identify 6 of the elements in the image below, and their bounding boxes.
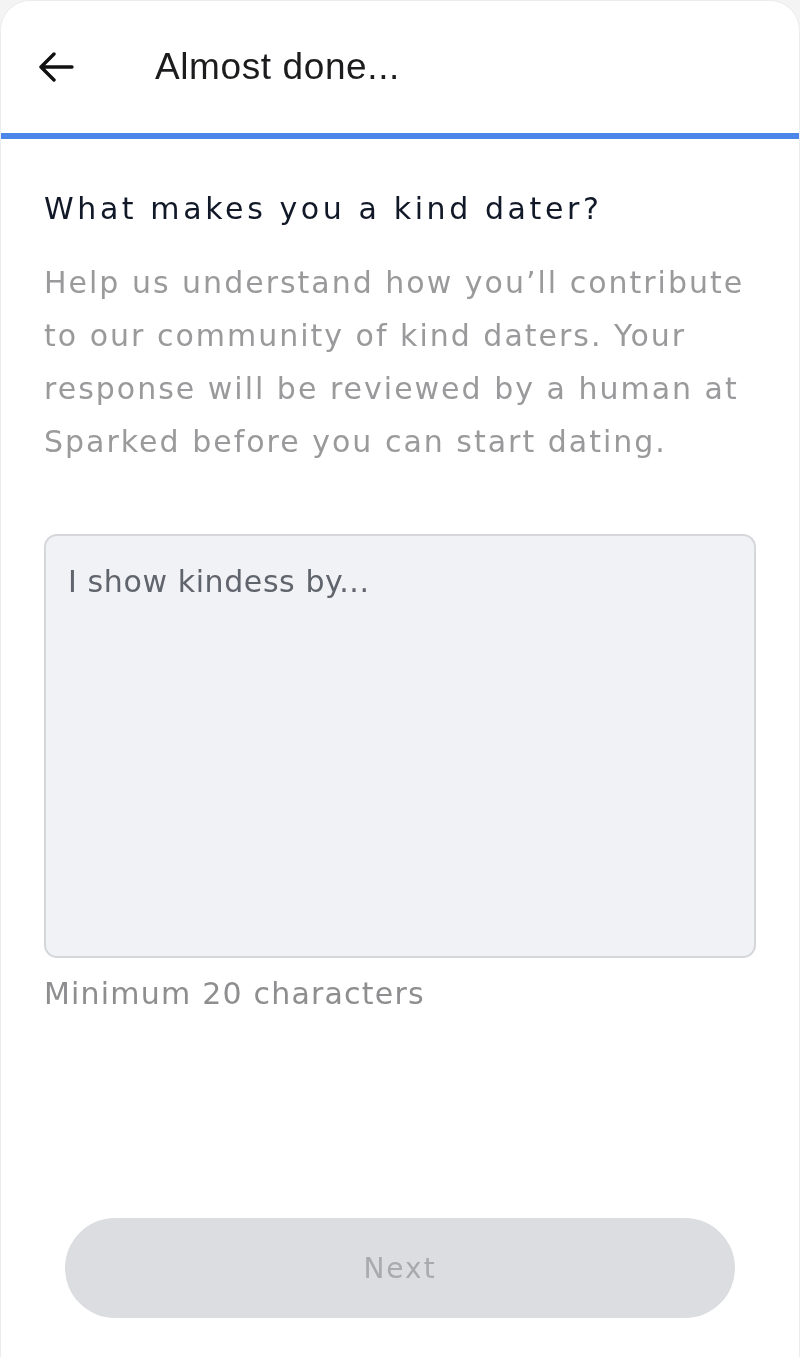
answer-field[interactable]: I show kindess by... [44,534,756,958]
screen-title: Almost done... [155,46,400,88]
question-heading: What makes you a kind dater? [44,190,604,228]
character-hint: Minimum 20 characters [44,975,426,1013]
question-description: Help us understand how you’ll contribute to our community of kind daters. Your response will be reviewed by a human at Sparked before you can start dating. [44,264,746,461]
back-arrow-icon [38,52,74,82]
